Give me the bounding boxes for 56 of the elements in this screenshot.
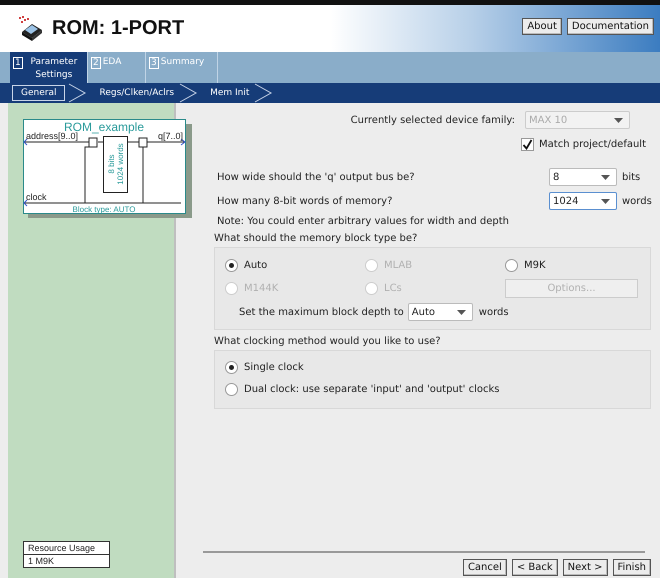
footer-button[interactable]: Finish — [612, 559, 651, 576]
block-type-label: Block type: AUTO — [72, 205, 136, 214]
radio-icon[interactable] — [225, 259, 238, 272]
port-label: address[9..0] — [26, 131, 78, 141]
table-cell-text: 1 M9K — [27, 555, 56, 567]
unit-label: bits — [622, 172, 642, 182]
note-text: Note: You could enter arbitrary values for width and depth — [216, 216, 510, 227]
radio-button[interactable]: Auto — [225, 256, 365, 275]
footer-button[interactable]: Next > — [562, 559, 608, 576]
subtab[interactable]: Regs/Clken/Aclrs — [99, 86, 174, 100]
header-button[interactable]: Documentation — [566, 18, 654, 35]
caret-icon — [601, 174, 610, 180]
footer-button[interactable]: Cancel — [462, 559, 507, 576]
chevron-icon — [253, 83, 274, 103]
field-label: Currently selected device family: — [350, 114, 515, 126]
field-label: How wide should the 'q' output bus be? — [217, 172, 416, 182]
caret-icon — [614, 118, 623, 122]
radio-button[interactable]: Single clock — [225, 358, 640, 377]
step-number: 2 — [91, 57, 101, 69]
step-number: 1 — [13, 57, 23, 69]
field-label: How many 8-bit words of memory? — [217, 196, 394, 206]
chevron-icon — [67, 83, 88, 103]
unit-label: words — [622, 196, 651, 206]
header-button[interactable]: About — [522, 18, 562, 35]
dropdown[interactable]: 1024 — [549, 192, 617, 210]
subtab[interactable]: General — [12, 85, 66, 101]
step-tab[interactable]: 1 Parameter Settings — [10, 52, 88, 83]
radio-icon[interactable] — [225, 383, 238, 396]
radio-button[interactable]: M9K — [505, 256, 638, 275]
chevron-icon — [178, 83, 198, 103]
checkmark-icon — [522, 139, 534, 150]
unit-label: words — [478, 306, 509, 318]
field-label: Set the maximum block depth to — [239, 306, 404, 318]
footer-button[interactable]: < Back — [512, 559, 558, 576]
width-label: 8 bits — [107, 154, 116, 174]
radio-icon[interactable] — [505, 259, 518, 272]
dropdown[interactable]: Auto — [408, 303, 473, 321]
table-header: Resource Usage — [24, 542, 109, 555]
step-number: 3 — [149, 57, 159, 69]
section-heading: What clocking method would you like to use? — [214, 336, 442, 347]
checkbox[interactable]: Match project/default — [521, 138, 646, 151]
dropdown[interactable]: 8 — [549, 168, 617, 186]
port-label: q[7..0] — [158, 131, 183, 141]
radio-icon[interactable] — [225, 361, 238, 374]
symbol-title: ROM_example — [64, 120, 144, 134]
subtab[interactable]: Mem Init — [210, 86, 250, 100]
radio-button[interactable]: Dual clock: use separate 'input' and 'output' clocks — [225, 380, 640, 399]
port-label: clock — [26, 192, 47, 202]
step-label: EDA — [102, 56, 122, 69]
depth-label: 1024 words — [116, 143, 125, 185]
section-heading: What should the memory block type be? — [214, 233, 418, 244]
step-label: Parameter Settings — [29, 56, 78, 82]
step-label: Summary — [160, 56, 204, 69]
caret-icon — [601, 198, 610, 204]
window-title: ROM: 1-PORT — [52, 17, 186, 40]
caret-icon — [456, 310, 466, 314]
